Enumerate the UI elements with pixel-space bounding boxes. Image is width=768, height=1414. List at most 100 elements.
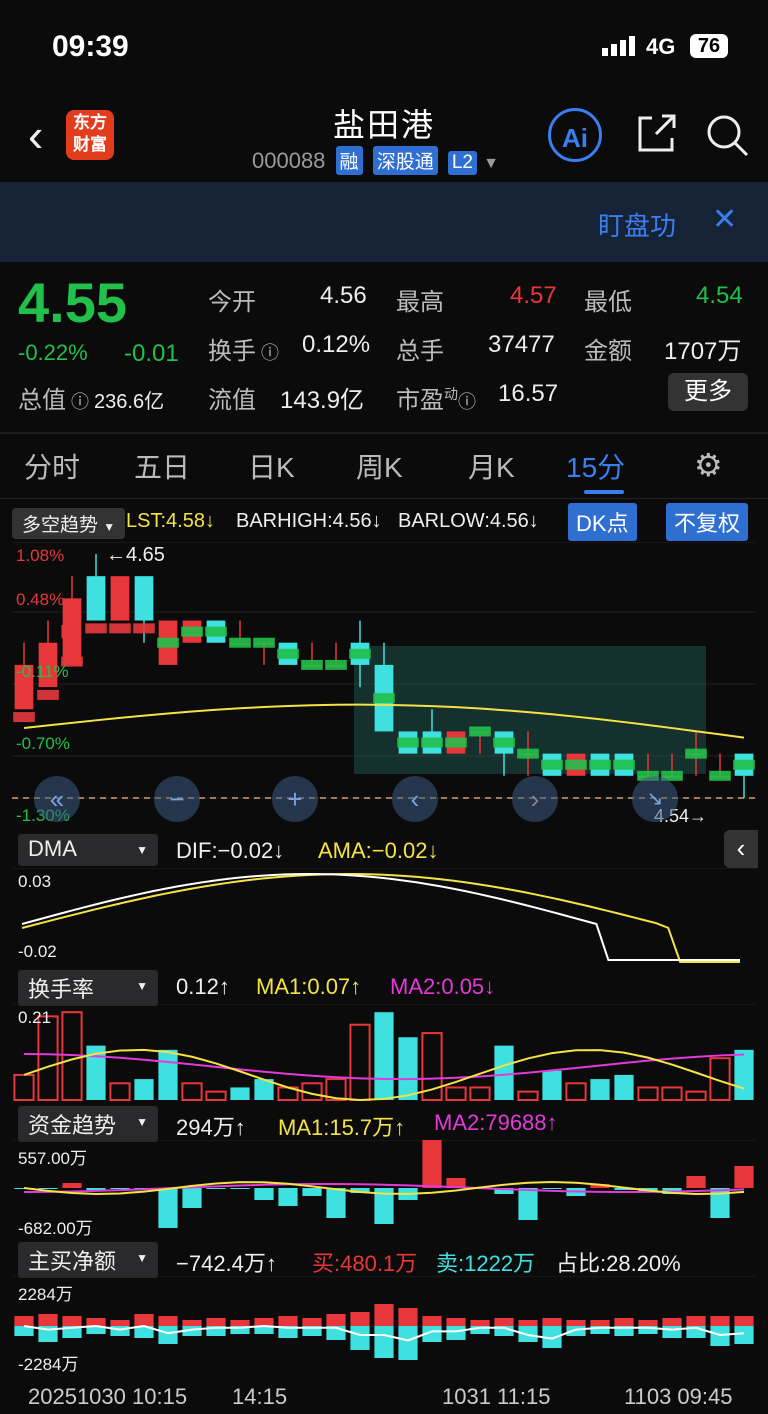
buy-bar [86,1318,106,1326]
turnover-bar [109,1082,131,1101]
tab-fiveday[interactable]: 五日 [134,446,190,486]
x-axis-label-4: 1103 09:45 [624,1384,733,1409]
sell-bar [566,1326,586,1336]
dma-axis-bottom: -0.02 [18,942,57,961]
buy-bar [14,1316,34,1326]
fund-bar [206,1188,226,1189]
d-marker: D [60,622,73,642]
dk-point-button[interactable]: DK点 [568,503,637,541]
buy-bar [398,1308,418,1326]
sell-bar [662,1326,682,1338]
turnover-value: 0.12↑ [176,974,230,999]
tab-15min[interactable]: 15分 [566,446,625,486]
high-marker: ←4.65 [106,544,165,566]
buy-bar [302,1318,322,1326]
sell-bar [446,1326,466,1340]
zoom-out-icon[interactable]: − [154,776,200,822]
stat-low-value: 4.54 [696,282,743,309]
fund-ma1: MA1:15.7万↑ [278,1115,406,1140]
trend-block [13,712,35,723]
zoom-in-icon[interactable]: + [272,776,318,822]
battery-icon: 76 [690,34,728,58]
turnover-bar [685,1090,707,1101]
fund-trend-select[interactable]: 资金趋势 ▼ [18,1106,158,1142]
buy-bar [206,1318,226,1326]
buy-bar [254,1318,274,1326]
chevron-down-icon: ▼ [483,155,499,172]
buy-bar [614,1318,634,1326]
reset-icon[interactable]: ↘ [632,776,678,822]
turnover-bar [134,1079,154,1100]
scroll-left-fast-icon[interactable]: « [34,776,80,822]
trend-block [85,623,107,634]
buy-bar [230,1320,250,1326]
net-sell: 卖:1222万 [436,1251,536,1276]
turnover-bar [590,1079,610,1100]
buy-bar [470,1320,490,1326]
stat-float-value: 143.9亿 [280,387,365,414]
dma-select[interactable]: DMA ▼ [18,834,158,866]
stat-amount-value: 1707万 [664,338,742,365]
net-buy-chart [12,1276,756,1360]
last-price: 4.55 [18,271,127,334]
tag-level2: L2 [447,151,477,175]
fund-bar [518,1188,538,1220]
trend-block [469,726,491,737]
dma-ama: AMA:−0.02↓ [318,838,439,863]
turnover-bar [661,1086,683,1101]
turnover-bar [37,1015,59,1101]
buy-bar [278,1316,298,1326]
fund-bar [86,1188,106,1190]
tab-weekly[interactable]: 周K [356,446,403,486]
fund-value: 294万↑ [176,1115,246,1140]
x-axis-label-1: 20251030 10:15 [28,1384,188,1409]
scroll-right-icon[interactable]: › [512,776,558,822]
buy-bar [542,1318,562,1326]
turnover-select[interactable]: 换手率 ▼ [18,970,158,1006]
share-icon[interactable] [634,112,678,161]
scroll-left-icon[interactable]: ‹ [392,776,438,822]
stat-pe-value: 16.57 [498,380,559,407]
turnover-bar [565,1082,587,1101]
adjust-button[interactable]: 不复权 [666,503,749,541]
turnover-ma2: MA2:0.05↓ [390,974,496,999]
trend-block [349,648,371,659]
buy-bar [446,1318,466,1326]
network-type: 4G [646,34,676,59]
fund-ma2: MA2:79688↑ [434,1110,558,1135]
stat-volume-value: 37477 [488,331,555,358]
stock-subtitle[interactable]: 000088 融 深股通 L2 ▼ [252,146,499,175]
trend-block [229,637,251,648]
collapse-panel-icon[interactable]: ‹ [724,830,758,868]
tag-connect: 深股通 [372,146,438,175]
fund-bar [326,1188,346,1218]
tab-intraday[interactable]: 分时 [24,446,80,486]
change-value: -0.01 [124,340,179,367]
stat-pe-label: 市盈动ⓘ [396,386,476,414]
fund-bar [278,1188,298,1206]
trend-block [277,648,299,659]
trend-block [733,759,755,770]
trend-block [133,623,155,634]
fund-axis-top: 557.00万 [18,1149,87,1168]
close-icon[interactable]: ✕ [712,202,737,237]
search-icon[interactable] [704,112,750,163]
trend-block [37,689,59,700]
tab-monthly[interactable]: 月K [468,446,515,486]
fund-bar [182,1188,202,1208]
ai-button[interactable]: Ai [548,108,602,162]
candle-body [110,576,130,621]
ama-line [21,873,740,963]
buy-bar [326,1314,346,1326]
net-buy-select[interactable]: 主买净额 ▼ [18,1242,158,1278]
fund-bar [254,1188,274,1200]
indicator-select[interactable]: 多空趋势 ▼ [12,508,126,539]
more-button[interactable]: 更多 [668,373,748,411]
stat-high-value: 4.57 [510,282,557,309]
banner-text: 盯盘功 [598,211,677,241]
turnover-bar [734,1049,754,1100]
trend-block [205,626,227,637]
tab-daily[interactable]: 日K [248,446,295,486]
buy-bar [422,1316,442,1326]
settings-gear-icon[interactable]: ⚙ [694,446,723,484]
